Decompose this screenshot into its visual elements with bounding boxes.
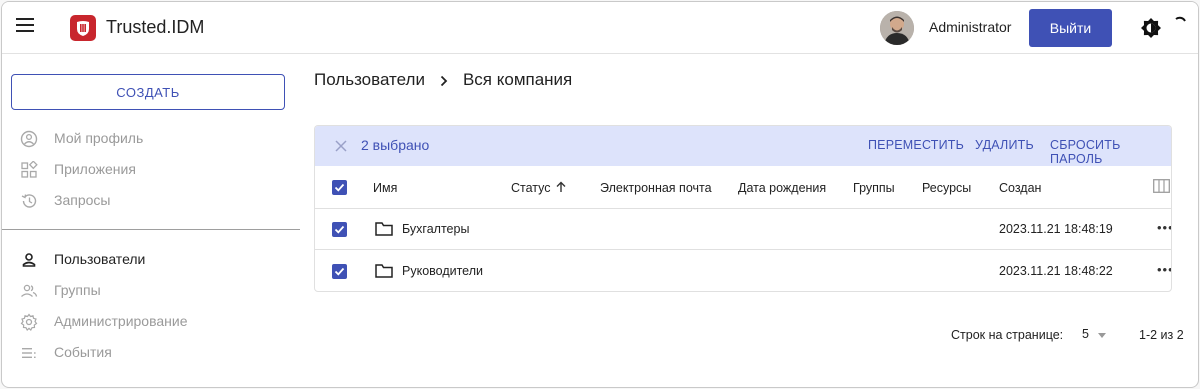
select-all-checkbox[interactable] — [332, 180, 347, 195]
delete-button[interactable]: УДАЛИТЬ — [975, 138, 1034, 152]
selected-count: 2 выбрано — [361, 137, 430, 153]
user-avatar[interactable] — [880, 11, 914, 45]
folder-icon — [375, 264, 393, 278]
sidebar-item-label: Приложения — [54, 161, 136, 177]
hamburger-menu-icon[interactable] — [16, 18, 36, 36]
rows-per-page-label: Строк на странице: — [951, 328, 1064, 342]
column-header-name[interactable]: Имя — [373, 181, 397, 195]
person-icon — [20, 251, 38, 269]
table-row[interactable]: Руководители 2023.11.21 18:48:22 ••• — [315, 251, 1171, 291]
move-button[interactable]: ПЕРЕМЕСТИТЬ — [868, 138, 964, 152]
chevron-right-icon — [439, 73, 449, 87]
account-circle-icon — [20, 130, 38, 148]
sidebar-item-label: Запросы — [54, 192, 111, 208]
row-more-options-icon[interactable]: ••• — [1157, 220, 1171, 235]
column-header-email[interactable]: Электронная почта — [600, 181, 712, 195]
breadcrumb: Пользователи Вся компания — [314, 70, 572, 90]
column-header-birthdate[interactable]: Дата рождения — [738, 181, 826, 195]
column-header-groups[interactable]: Группы — [853, 181, 895, 195]
sort-arrow-up-icon[interactable] — [555, 180, 567, 192]
breadcrumb-section[interactable]: Пользователи — [314, 70, 425, 90]
dropdown-caret-icon — [1098, 333, 1106, 338]
sidebar-item-administration[interactable]: Администрирование — [2, 308, 300, 336]
sidebar-item-users[interactable]: Пользователи — [2, 246, 300, 274]
rows-per-page-select[interactable]: 5 — [1082, 327, 1112, 345]
sidebar-divider — [2, 229, 300, 230]
username-label: Administrator — [929, 19, 1012, 35]
table-row[interactable]: Бухгалтеры 2023.11.21 18:48:19 ••• — [315, 209, 1171, 250]
app-logo — [70, 15, 96, 41]
folder-icon — [375, 222, 393, 236]
view-columns-icon[interactable] — [1153, 179, 1170, 193]
row-name: Бухгалтеры — [402, 222, 470, 236]
settings-icon — [20, 313, 38, 331]
brightness-toggle-icon[interactable] — [1141, 18, 1161, 38]
sidebar-item-label: Администрирование — [54, 313, 188, 329]
sidebar-item-label: Мой профиль — [54, 130, 144, 146]
column-header-created[interactable]: Создан — [999, 181, 1041, 195]
sidebar-item-requests[interactable]: Запросы — [2, 187, 300, 215]
row-checkbox[interactable] — [332, 264, 347, 279]
breadcrumb-current: Вся компания — [462, 70, 573, 89]
row-created: 2023.11.21 18:48:22 — [999, 264, 1113, 278]
row-name: Руководители — [402, 264, 483, 278]
logout-button[interactable]: Выйти — [1029, 9, 1112, 47]
column-header-resources[interactable]: Ресурсы — [922, 181, 971, 195]
row-created: 2023.11.21 18:48:19 — [999, 222, 1113, 236]
app-window: Trusted.IDM Administrator Выйти СОЗДАТЬ … — [1, 1, 1199, 388]
sidebar-item-my-profile[interactable]: Мой профиль — [2, 125, 300, 153]
row-checkbox[interactable] — [332, 222, 347, 237]
sidebar-item-label: События — [54, 344, 112, 360]
column-header-status[interactable]: Статус — [511, 181, 551, 195]
sidebar-item-groups[interactable]: Группы — [2, 277, 300, 305]
app-title: Trusted.IDM — [106, 17, 205, 37]
pagination-range: 1-2 из 2 — [1139, 328, 1184, 342]
rows-per-page-value: 5 — [1082, 327, 1089, 341]
sidebar-item-applications[interactable]: Приложения — [2, 156, 300, 184]
top-bar: Trusted.IDM Administrator Выйти — [2, 2, 1198, 54]
history-icon — [20, 192, 38, 210]
group-icon — [20, 282, 38, 300]
create-button[interactable]: СОЗДАТЬ — [11, 74, 285, 110]
sidebar-item-label: Группы — [54, 282, 101, 298]
row-more-options-icon[interactable]: ••• — [1157, 262, 1171, 277]
clear-selection-icon[interactable] — [335, 139, 347, 152]
users-table-card: 2 выбрано ПЕРЕМЕСТИТЬ УДАЛИТЬ СБРОСИТЬ П… — [314, 125, 1172, 292]
sidebar-item-label: Пользователи — [54, 251, 146, 267]
selection-toolbar: 2 выбрано ПЕРЕМЕСТИТЬ УДАЛИТЬ СБРОСИТЬ П… — [315, 126, 1171, 166]
events-list-icon — [20, 344, 38, 362]
apps-icon — [20, 160, 38, 179]
sidebar: СОЗДАТЬ Мой профиль Приложения Запросы П… — [2, 55, 300, 387]
loading-spinner-icon — [1173, 16, 1187, 30]
sidebar-item-events[interactable]: События — [2, 339, 300, 367]
table-header: Имя Статус Электронная почта Дата рожден… — [315, 166, 1171, 209]
reset-password-button[interactable]: СБРОСИТЬ ПАРОЛЬ — [1050, 138, 1171, 166]
